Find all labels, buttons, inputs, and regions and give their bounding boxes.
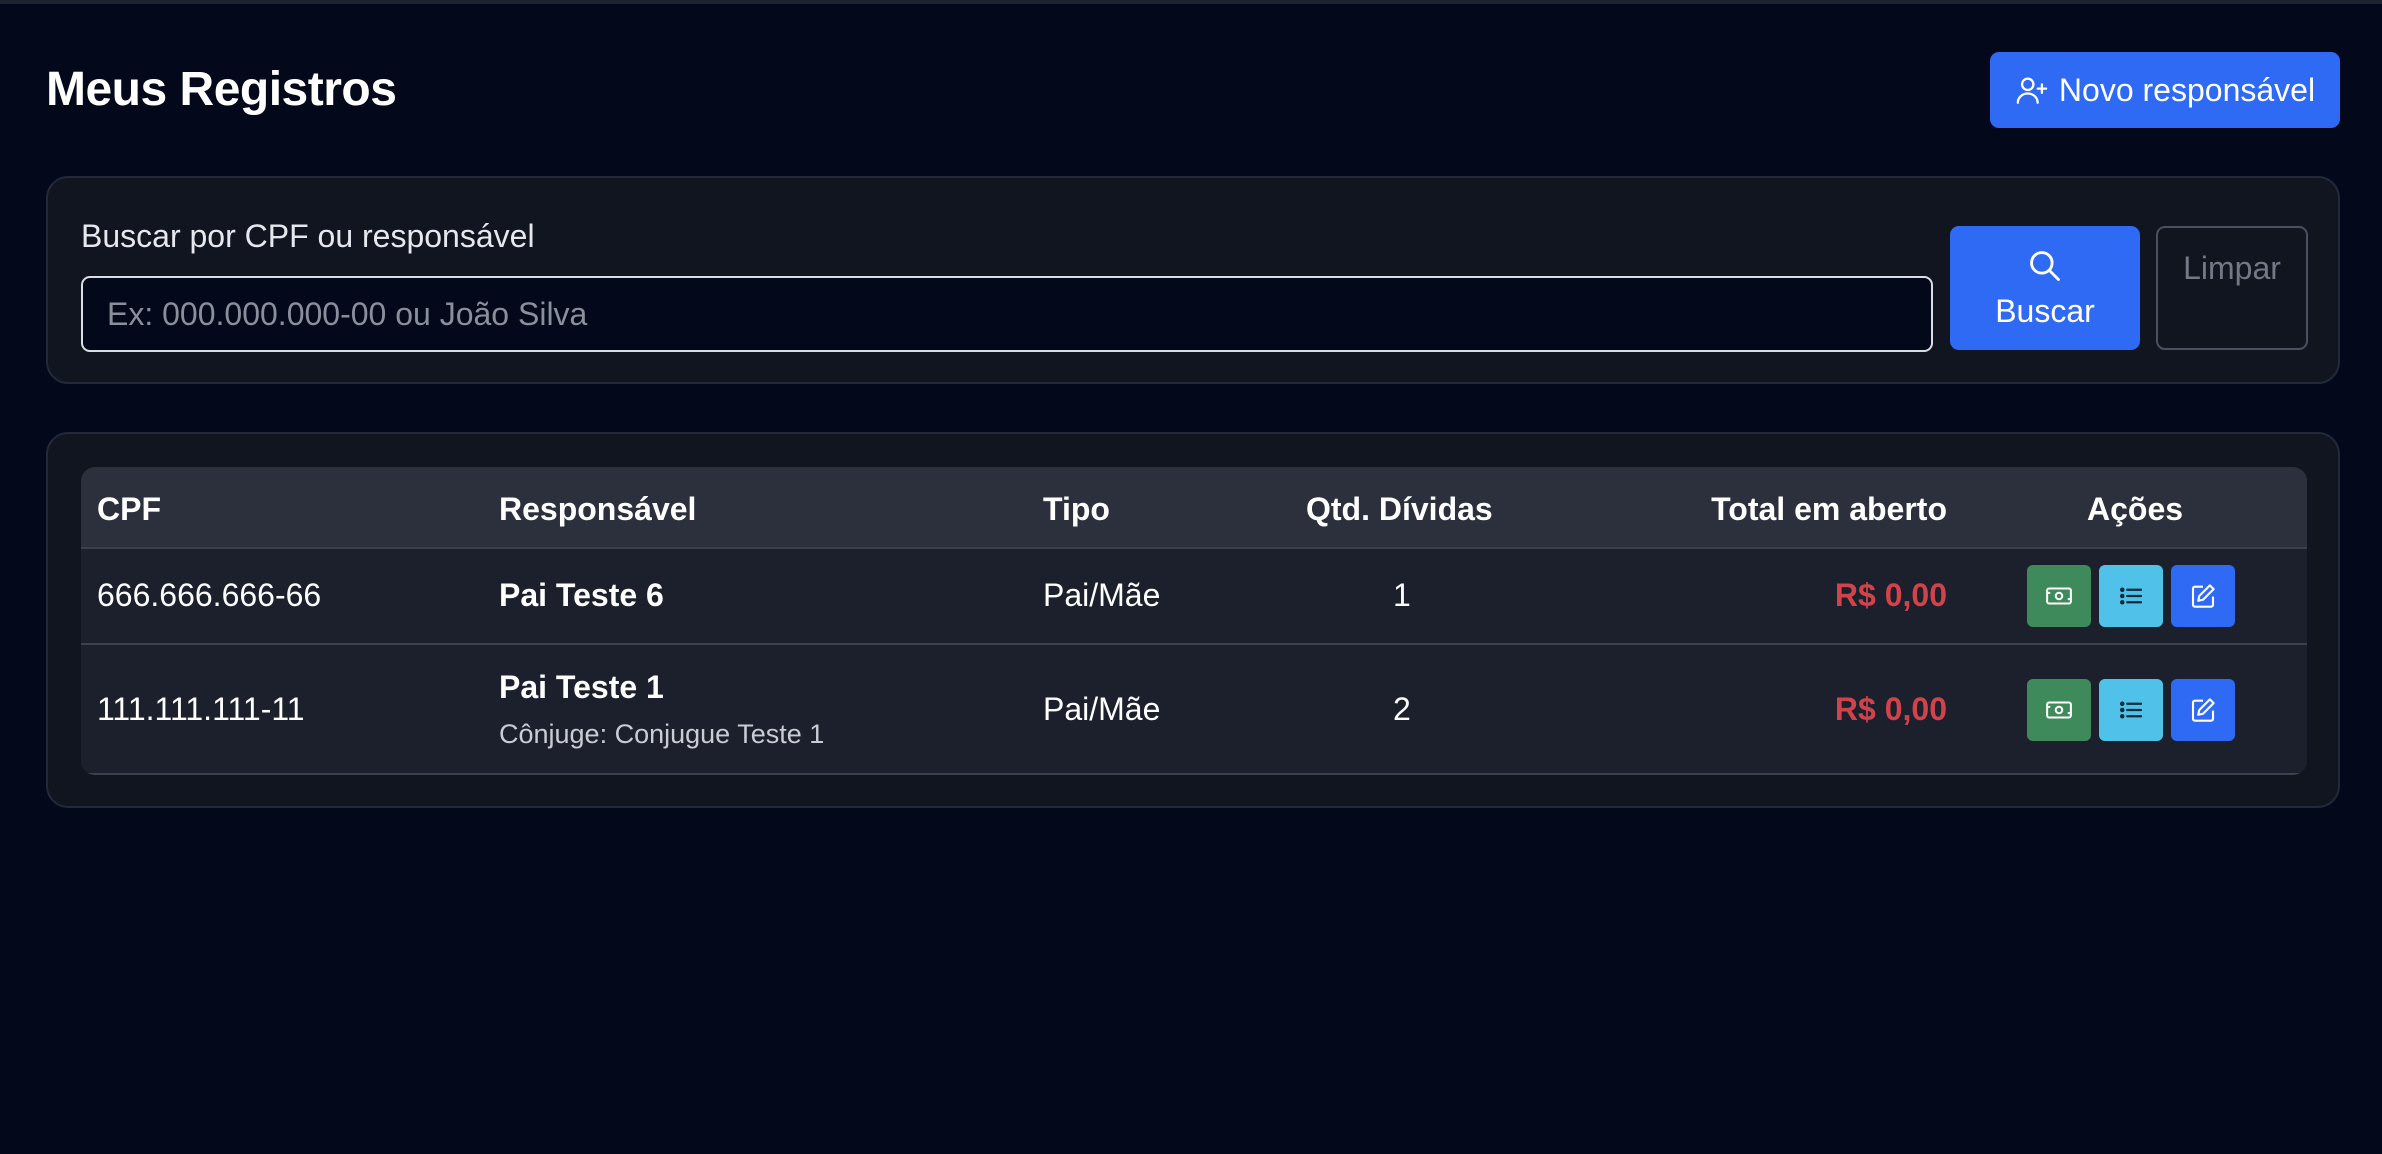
row-actions [2027,565,2235,627]
search-icon [2030,250,2060,281]
spouse-name: Cônjuge: Conjugue Teste 1 [499,719,825,749]
column-header-total: Total em aberto [1711,491,1947,527]
search-button[interactable]: Buscar [1950,226,2140,350]
type-cell: Pai/Mãe [1043,691,1161,727]
new-responsible-label: Novo responsável [2058,71,2316,108]
edit-button[interactable] [2171,679,2235,741]
column-header-qtd-dividas: Qtd. Dívidas [1306,491,1493,527]
column-header-responsavel: Responsável [499,491,697,527]
results-card: CPF Responsável Tipo Qtd. Dívidas Total … [46,432,2340,808]
list-icon [2119,701,2143,719]
clear-button-label: Limpar [2183,250,2281,286]
total-open-cell: R$ 0,00 [1834,577,1947,613]
total-open-cell: R$ 0,00 [1834,691,1947,727]
column-header-acoes: Ações [2087,491,2184,527]
new-responsible-button[interactable]: Novo responsável [1990,52,2340,128]
edit-icon [2191,584,2215,608]
payment-button[interactable] [2027,565,2091,627]
row-actions [2027,679,2235,741]
column-header-tipo: Tipo [1043,491,1110,527]
responsible-name: Pai Teste 6 [499,577,664,613]
debts-list-button[interactable] [2099,679,2163,741]
page-title: Meus Registros [46,63,397,116]
table-row: 111.111.111-11 Pai Teste 1 Cônjuge: Conj… [81,645,2307,775]
page-header: Meus Registros Novo responsável [46,52,2340,128]
cash-icon [2046,587,2072,605]
column-header-cpf: CPF [97,491,161,527]
payment-button[interactable] [2027,679,2091,741]
table-header: CPF Responsável Tipo Qtd. Dívidas Total … [81,467,2307,549]
edit-icon [2191,698,2215,722]
search-button-label: Buscar [1995,292,2095,329]
list-icon [2119,587,2143,605]
top-border [0,0,2382,4]
cpf-cell: 111.111.111-11 [97,691,305,727]
debt-count-cell: 1 [1393,577,1411,613]
search-card: Buscar por CPF ou responsável Buscar Lim… [46,176,2340,384]
user-plus-icon [2016,77,2048,104]
results-table: CPF Responsável Tipo Qtd. Dívidas Total … [81,467,2307,775]
search-input[interactable] [81,276,1933,352]
table-row: 666.666.666-66 Pai Teste 6 Pai/Mãe 1 R$ … [81,549,2307,645]
type-cell: Pai/Mãe [1043,577,1161,613]
cash-icon [2046,701,2072,719]
responsible-name: Pai Teste 1 [499,669,664,705]
search-label: Buscar por CPF ou responsável [81,218,535,254]
edit-button[interactable] [2171,565,2235,627]
debt-count-cell: 2 [1393,691,1411,727]
clear-button[interactable]: Limpar [2156,226,2308,350]
cpf-cell: 666.666.666-66 [97,577,322,613]
debts-list-button[interactable] [2099,565,2163,627]
